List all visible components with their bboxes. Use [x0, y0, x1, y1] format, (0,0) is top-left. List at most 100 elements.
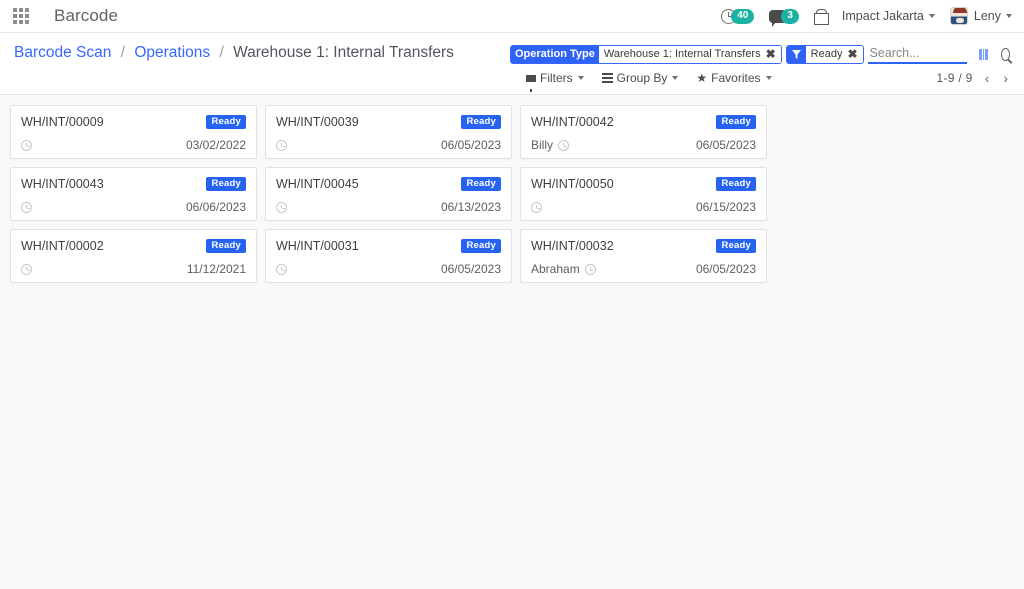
pager-previous-button[interactable]: ‹ — [983, 71, 992, 85]
kanban-card-header: WH/INT/00039 Ready — [276, 115, 501, 129]
control-panel: Barcode Scan / Operations / Warehouse 1:… — [0, 33, 1024, 95]
filters-dropdown[interactable]: Filters — [526, 71, 584, 92]
status-badge: Ready — [206, 177, 246, 191]
pager-next-button[interactable]: › — [1001, 71, 1010, 85]
clock-icon — [276, 263, 287, 275]
search-panel: Operation Type Warehouse 1: Internal Tra… — [510, 42, 1010, 64]
kanban-card-reference: WH/INT/00039 — [276, 115, 359, 129]
top-navbar: Barcode 40 3 Impact Jakarta Leny — [0, 0, 1024, 33]
facet-remove-icon[interactable]: ✖ — [763, 45, 781, 63]
kanban-card-footer: Billy 06/05/2023 — [531, 138, 756, 152]
kanban-card[interactable]: WH/INT/00043 Ready 06/06/2023 — [10, 167, 257, 221]
breadcrumb-item-current: Warehouse 1: Internal Transfers — [233, 44, 454, 61]
kanban-card-date: 06/05/2023 — [695, 138, 756, 152]
kanban-card-footer: 06/15/2023 — [531, 200, 756, 214]
group-by-dropdown[interactable]: Group By — [601, 71, 679, 85]
facet-operation-type[interactable]: Operation Type Warehouse 1: Internal Tra… — [510, 44, 782, 64]
chevron-down-icon — [1006, 14, 1012, 18]
chevron-down-icon — [928, 14, 935, 18]
status-badge: Ready — [206, 115, 246, 129]
kanban-card-header: WH/INT/00002 Ready — [21, 239, 246, 253]
kanban-card-footer: Abraham 06/05/2023 — [531, 262, 756, 276]
kanban-card-reference: WH/INT/00042 — [531, 115, 614, 129]
kanban-card-date: 06/05/2023 — [695, 262, 756, 276]
search-input-wrapper — [867, 44, 967, 64]
kanban-card-footer: 06/05/2023 — [276, 262, 501, 276]
kanban-card[interactable]: WH/INT/00032 Ready Abraham 06/05/2023 — [520, 229, 767, 283]
kanban-card[interactable]: WH/INT/00002 Ready 11/12/2021 — [10, 229, 257, 283]
kanban-card-header: WH/INT/00032 Ready — [531, 239, 756, 253]
view-tools: Filters Group By ★ Favorites — [526, 71, 772, 92]
activities-menu[interactable]: 40 — [721, 8, 755, 24]
kanban-card[interactable]: WH/INT/00039 Ready 06/05/2023 — [265, 105, 512, 159]
kanban-card[interactable]: WH/INT/00050 Ready 06/15/2023 — [520, 167, 767, 221]
group-by-label: Group By — [616, 71, 668, 85]
lines-icon — [601, 73, 613, 83]
apps-grid-icon[interactable] — [10, 5, 32, 27]
chevron-down-icon — [672, 76, 679, 80]
breadcrumb-item-barcode-scan[interactable]: Barcode Scan — [14, 44, 111, 61]
messages-menu[interactable]: 3 — [769, 8, 799, 27]
control-panel-top-row: Barcode Scan / Operations / Warehouse 1:… — [0, 33, 1024, 64]
facet-remove-icon[interactable]: ✖ — [845, 45, 863, 63]
gift-icon — [813, 9, 829, 25]
gift-menu[interactable] — [813, 9, 829, 25]
kanban-card-date: 11/12/2021 — [186, 262, 246, 276]
kanban-card-reference: WH/INT/00043 — [21, 177, 104, 191]
clock-icon — [21, 201, 32, 213]
search-input[interactable] — [867, 45, 967, 64]
kanban-card-footer: 06/13/2023 — [276, 200, 501, 214]
company-switcher[interactable]: Impact Jakarta — [842, 9, 935, 23]
kanban-card-date: 06/05/2023 — [440, 138, 501, 152]
kanban-card[interactable]: WH/INT/00042 Ready Billy 06/05/2023 — [520, 105, 767, 159]
chevron-down-icon — [765, 76, 772, 80]
clock-icon — [21, 263, 32, 275]
kanban-card-partner: Abraham — [531, 262, 580, 276]
status-badge: Ready — [206, 239, 246, 253]
filter-icon — [786, 45, 806, 63]
control-panel-bottom-row: Filters Group By ★ Favorites 1-9 / 9 ‹ › — [0, 67, 1024, 92]
breadcrumb-separator: / — [120, 44, 125, 61]
kanban-card-date: 06/13/2023 — [440, 200, 501, 214]
pager: 1-9 / 9 ‹ › — [937, 71, 1010, 85]
kanban-card[interactable]: WH/INT/00031 Ready 06/05/2023 — [265, 229, 512, 283]
avatar — [949, 7, 968, 25]
clock-icon — [558, 139, 570, 151]
user-name: Leny — [973, 9, 1001, 23]
favorites-dropdown[interactable]: ★ Favorites — [696, 71, 772, 85]
kanban-card[interactable]: WH/INT/00009 Ready 03/02/2022 — [10, 105, 257, 159]
status-badge: Ready — [461, 239, 501, 253]
kanban-card-date: 03/02/2022 — [185, 138, 246, 152]
status-badge: Ready — [716, 239, 756, 253]
status-badge: Ready — [716, 115, 756, 129]
barcode-icon[interactable] — [978, 48, 989, 60]
star-icon: ★ — [696, 71, 708, 85]
kanban-card-reference: WH/INT/00009 — [21, 115, 104, 129]
kanban-card-header: WH/INT/00009 Ready — [21, 115, 246, 129]
breadcrumb: Barcode Scan / Operations / Warehouse 1:… — [14, 42, 454, 64]
kanban-card-header: WH/INT/00042 Ready — [531, 115, 756, 129]
chevron-down-icon — [577, 76, 584, 80]
kanban-card-footer: 06/05/2023 — [276, 138, 501, 152]
status-badge: Ready — [716, 177, 756, 191]
clock-icon — [276, 201, 287, 213]
search-icon[interactable] — [1001, 47, 1010, 61]
kanban-card-header: WH/INT/00031 Ready — [276, 239, 501, 253]
kanban-view: WH/INT/00009 Ready 03/02/2022 WH/INT/00039 R… — [0, 95, 1024, 589]
activities-count-badge: 40 — [731, 8, 755, 24]
filters-label: Filters — [540, 71, 573, 85]
kanban-card-date: 06/05/2023 — [440, 262, 501, 276]
pager-range: 1-9 / 9 — [936, 71, 973, 85]
user-menu[interactable]: Leny — [949, 7, 1012, 25]
kanban-card-footer: 06/06/2023 — [21, 200, 246, 214]
breadcrumb-item-operations[interactable]: Operations — [134, 44, 210, 61]
kanban-card-reference: WH/INT/00032 — [531, 239, 614, 253]
kanban-card[interactable]: WH/INT/00045 Ready 06/13/2023 — [265, 167, 512, 221]
kanban-card-footer: 11/12/2021 — [21, 262, 246, 276]
kanban-card-reference: WH/INT/00031 — [276, 239, 359, 253]
status-badge: Ready — [461, 115, 501, 129]
app-brand-title[interactable]: Barcode — [54, 6, 118, 26]
facet-ready[interactable]: Ready ✖ — [785, 44, 864, 64]
kanban-card-footer: 03/02/2022 — [21, 138, 246, 152]
kanban-card-reference: WH/INT/00045 — [276, 177, 359, 191]
